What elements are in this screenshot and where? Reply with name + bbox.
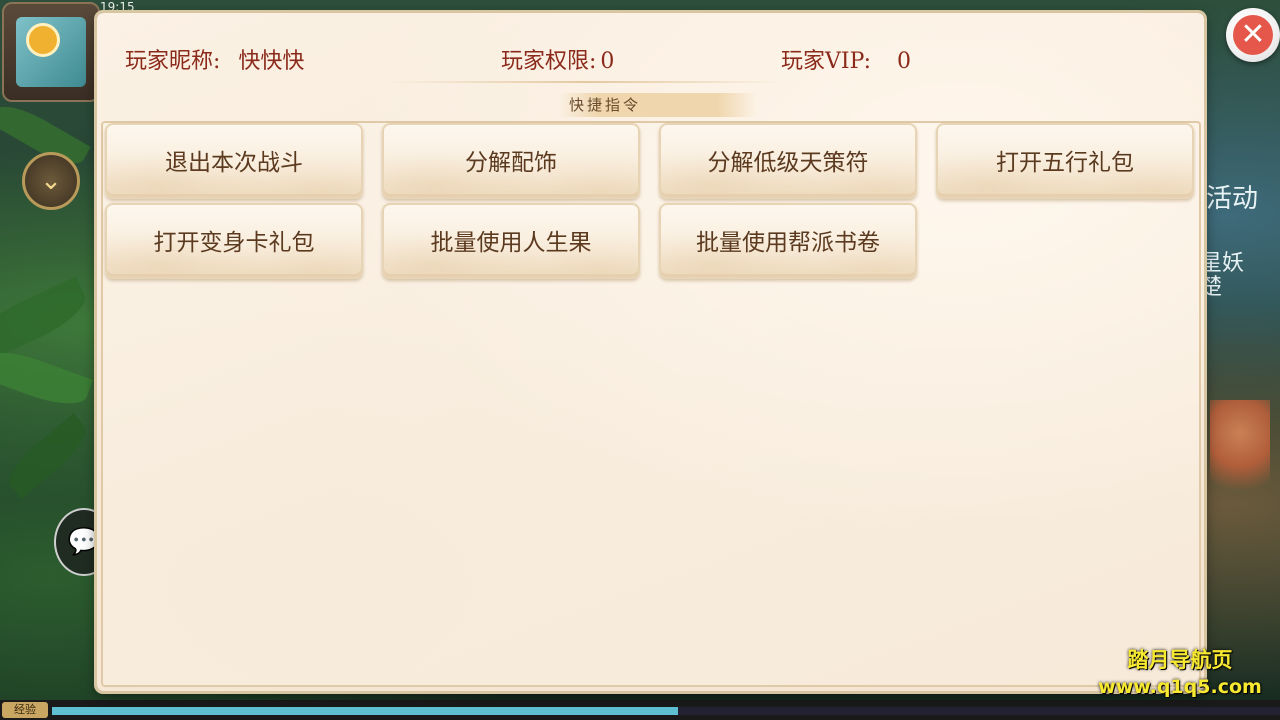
player-vip-value: 0 (897, 49, 912, 74)
decompose-talisman-button[interactable]: 分解低级天策符 (659, 123, 917, 199)
map-icon (16, 17, 86, 87)
event-label[interactable]: 星妖 楚 (1200, 252, 1244, 300)
player-vip-label: 玩家VIP: (781, 49, 872, 74)
quick-command-dialog: 玩家昵称: 快快快 玩家权限: 0 玩家VIP: 0 快捷指令 退出本次战斗 分解配饰… (97, 13, 1204, 691)
compass-icon (26, 23, 60, 57)
watermark: 踏月导航页 www.q1q5.com (1094, 644, 1266, 698)
player-name-label: 玩家昵称: (125, 49, 221, 74)
chat-bubble-icon: 💬 (67, 527, 101, 557)
divider (387, 81, 787, 83)
exp-label: 经验 (2, 702, 48, 718)
close-button[interactable]: ✕ (1226, 8, 1280, 62)
chevron-down-icon: ⌄ (40, 166, 62, 196)
player-permission-field: 玩家权限: 0 (501, 43, 614, 75)
exp-bar-fill (52, 707, 679, 715)
status-clock: 19:15 (100, 0, 135, 14)
open-five-elements-pack-button[interactable]: 打开五行礼包 (936, 123, 1194, 199)
exit-battle-button[interactable]: 退出本次战斗 (105, 123, 363, 199)
watermark-title: 踏月导航页 (1127, 648, 1233, 672)
player-name-field: 玩家昵称: 快快快 (125, 43, 304, 75)
open-transform-card-pack-button[interactable]: 打开变身卡礼包 (105, 203, 363, 279)
batch-use-ginseng-fruit-button[interactable]: 批量使用人生果 (382, 203, 640, 279)
player-vip-field: 玩家VIP: 0 (781, 43, 911, 75)
decompose-accessory-button[interactable]: 分解配饰 (382, 123, 640, 199)
player-permission-label: 玩家权限: (501, 49, 597, 74)
close-icon: ✕ (1233, 15, 1273, 55)
batch-use-guild-scroll-button[interactable]: 批量使用帮派书卷 (659, 203, 917, 279)
coral-decoration (1210, 400, 1270, 510)
command-panel: 退出本次战斗 分解配饰 分解低级天策符 打开五行礼包 打开变身卡礼包 批量使用人… (101, 121, 1201, 687)
player-permission-value: 0 (600, 49, 615, 74)
section-title: 快捷指令 (559, 93, 757, 117)
watermark-url: www.q1q5.com (1098, 676, 1262, 698)
player-name-value: 快快快 (238, 49, 305, 74)
exp-bar (52, 707, 1280, 715)
world-map-button[interactable] (2, 2, 100, 102)
expand-menu-button[interactable]: ⌄ (22, 152, 80, 210)
activity-label[interactable]: 活动 (1206, 178, 1258, 215)
